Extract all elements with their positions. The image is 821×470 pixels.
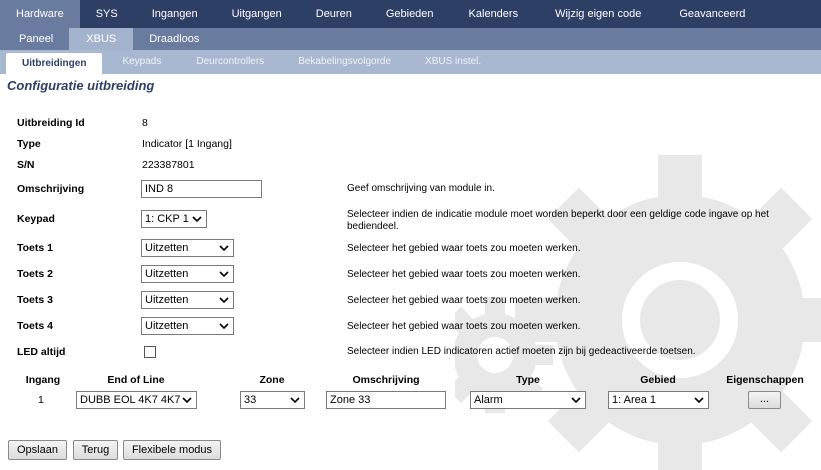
label-uitbreiding-id: Uitbreiding Id <box>17 117 85 129</box>
label-type: Type <box>17 138 41 150</box>
nav-sys[interactable]: SYS <box>80 0 135 28</box>
toets-4-select[interactable]: Uitzetten <box>141 317 234 335</box>
col-type: Type <box>516 374 540 386</box>
label-toets-3: Toets 3 <box>17 294 53 306</box>
page-title: Configuratie uitbreiding <box>7 78 155 93</box>
gebied-select-value: 1: Area 1 <box>612 394 657 406</box>
nav-deuren[interactable]: Deuren <box>299 0 369 28</box>
tab-deurcontrollers[interactable]: Deurcontrollers <box>179 50 281 74</box>
col-ingang: Ingang <box>25 374 61 386</box>
ingang-number: 1 <box>38 394 44 406</box>
flexible-mode-button[interactable]: Flexibele modus <box>123 440 221 460</box>
label-led-altijd: LED altijd <box>17 346 66 358</box>
toets-1-select[interactable]: Uitzetten <box>141 239 234 257</box>
eol-select[interactable]: DUBB EOL 4K7 4K7 <box>76 391 197 409</box>
properties-button[interactable]: ... <box>748 391 781 409</box>
nav-kalenders[interactable]: Kalenders <box>451 0 537 28</box>
chevron-down-icon <box>219 271 229 278</box>
gebied-select[interactable]: 1: Area 1 <box>608 391 709 409</box>
subnav-draadloos[interactable]: Draadloos <box>133 28 215 50</box>
label-omschrijving: Omschrijving <box>17 183 85 195</box>
tab-keypads[interactable]: Keypads <box>102 50 179 74</box>
nav-ingangen[interactable]: Ingangen <box>135 0 215 28</box>
label-sn: S/N <box>17 159 35 171</box>
chevron-down-icon <box>694 397 704 404</box>
chevron-down-icon <box>571 397 581 404</box>
help-keypad: Selecteer indien de indicatie module moe… <box>347 209 769 232</box>
toets-2-select-value: Uitzetten <box>145 268 189 280</box>
value-type: Indicator [1 Ingang] <box>142 138 232 150</box>
help-toets-1: Selecteer het gebied waar toets zou moet… <box>347 243 581 254</box>
tab-bar: Uitbreidingen Keypads Deurcontrollers Be… <box>0 50 821 74</box>
main-nav: Hardware SYS Ingangen Uitgangen Deuren G… <box>0 0 821 28</box>
nav-gebieden[interactable]: Gebieden <box>369 0 451 28</box>
zone-select[interactable]: 33 <box>240 391 305 409</box>
save-button[interactable]: Opslaan <box>8 440 67 460</box>
chevron-down-icon <box>181 394 193 406</box>
type-select[interactable]: Alarm <box>470 391 586 409</box>
toets-3-select-value: Uitzetten <box>145 294 189 306</box>
tab-bekabelingsvolgorde[interactable]: Bekabelingsvolgorde <box>281 50 408 74</box>
label-keypad: Keypad <box>17 213 55 225</box>
tab-xbus-instel[interactable]: XBUS instel. <box>408 50 498 74</box>
nav-uitgangen[interactable]: Uitgangen <box>215 0 299 28</box>
subnav-xbus[interactable]: XBUS <box>69 28 134 50</box>
zone-select-value: 33 <box>244 394 257 406</box>
col-eigenschappen: Eigenschappen <box>726 374 804 386</box>
toets-3-select[interactable]: Uitzetten <box>141 291 234 309</box>
subnav-paneel[interactable]: Paneel <box>0 28 69 50</box>
col-end-of-line: End of Line <box>107 374 165 386</box>
zone-description-input[interactable] <box>326 391 446 409</box>
type-select-value: Alarm <box>474 394 503 406</box>
help-toets-3: Selecteer het gebied waar toets zou moet… <box>347 295 581 306</box>
description-input[interactable] <box>141 180 262 198</box>
keypad-select[interactable]: 1: CKP 1 <box>141 210 207 228</box>
chevron-down-icon <box>192 216 202 223</box>
chevron-down-icon <box>219 245 229 252</box>
help-led-altijd: Selecteer indien LED indicatoren actief … <box>347 346 696 357</box>
col-zone: Zone <box>259 374 285 386</box>
chevron-down-icon <box>290 397 300 404</box>
label-toets-1: Toets 1 <box>17 242 53 254</box>
help-toets-4: Selecteer het gebied waar toets zou moet… <box>347 321 581 332</box>
chevron-down-icon <box>219 297 229 304</box>
keypad-select-value: 1: CKP 1 <box>145 213 189 225</box>
toets-1-select-value: Uitzetten <box>145 242 189 254</box>
nav-wijzig-eigen-code[interactable]: Wijzig eigen code <box>536 0 660 28</box>
col-gebied: Gebied <box>640 374 676 386</box>
value-sn: 223387801 <box>142 159 195 171</box>
chevron-down-icon <box>219 323 229 330</box>
led-altijd-checkbox[interactable] <box>144 346 156 358</box>
label-toets-2: Toets 2 <box>17 268 53 280</box>
tab-uitbreidingen[interactable]: Uitbreidingen <box>6 53 103 74</box>
value-uitbreiding-id: 8 <box>142 117 148 129</box>
nav-hardware[interactable]: Hardware <box>0 0 80 28</box>
label-toets-4: Toets 4 <box>17 320 53 332</box>
eol-select-value: DUBB EOL 4K7 4K7 <box>80 394 181 406</box>
nav-geavanceerd[interactable]: Geavanceerd <box>660 0 764 28</box>
back-button[interactable]: Terug <box>73 440 118 460</box>
help-toets-2: Selecteer het gebied waar toets zou moet… <box>347 269 581 280</box>
help-omschrijving: Geef omschrijving van module in. <box>347 183 495 194</box>
col-omschrijving: Omschrijving <box>352 374 420 386</box>
toets-4-select-value: Uitzetten <box>145 320 189 332</box>
toets-2-select[interactable]: Uitzetten <box>141 265 234 283</box>
sub-nav: Paneel XBUS Draadloos <box>0 28 821 50</box>
